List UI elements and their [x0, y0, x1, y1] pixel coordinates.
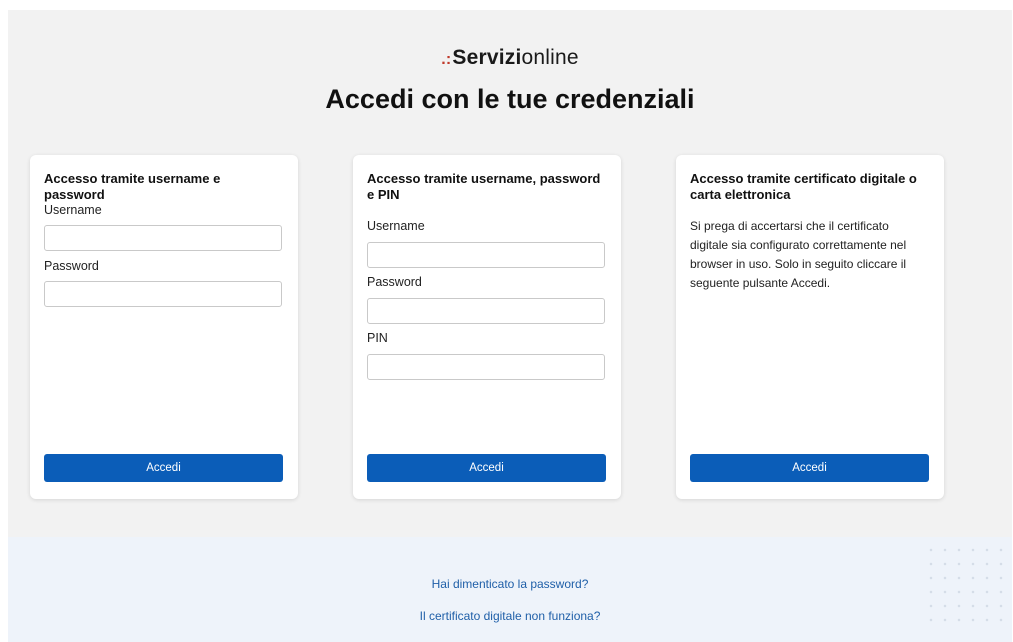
certificate-issue-link[interactable]: Il certificato digitale non funziona?	[8, 609, 1012, 623]
username-label: Username	[367, 219, 425, 233]
brand-name-regular: online	[521, 46, 579, 69]
login-button[interactable]: Accedi	[690, 454, 929, 482]
password-label: Password	[367, 275, 422, 289]
certificate-instructions: Si prega di accertarsi che il certificat…	[690, 219, 907, 290]
card-title: Accesso tramite username, password e PIN	[367, 171, 601, 202]
footer: Hai dimenticato la password? Il certific…	[8, 537, 1012, 642]
card-title: Accesso tramite username e password	[44, 171, 221, 202]
forgot-password-link[interactable]: Hai dimenticato la password?	[8, 577, 1012, 591]
page-header: .:Servizionline Accedi con le tue creden…	[8, 10, 1012, 130]
page-title: Accedi con le tue credenziali	[325, 84, 695, 114]
login-card-username-password-pin: Accesso tramite username, password e PIN…	[353, 155, 621, 499]
login-button[interactable]: Accedi	[44, 454, 283, 482]
brand-logo: .:Servizionline	[8, 46, 1012, 70]
pin-label: PIN	[367, 331, 388, 345]
username-input[interactable]	[367, 242, 605, 268]
login-card-username-password: Accesso tramite username e password User…	[30, 155, 298, 499]
password-input[interactable]	[367, 298, 605, 324]
login-card-digital-certificate: Accesso tramite certificato digitale o c…	[676, 155, 944, 499]
pin-input[interactable]	[367, 354, 605, 380]
password-label: Password	[44, 259, 99, 273]
card-title: Accesso tramite certificato digitale o c…	[690, 171, 917, 202]
login-button[interactable]: Accedi	[367, 454, 606, 482]
password-input[interactable]	[44, 281, 282, 307]
username-input[interactable]	[44, 225, 282, 251]
brand-name-bold: Servizi	[452, 46, 522, 69]
logo-dots-icon: .:	[441, 51, 452, 68]
username-label: Username	[44, 203, 102, 217]
